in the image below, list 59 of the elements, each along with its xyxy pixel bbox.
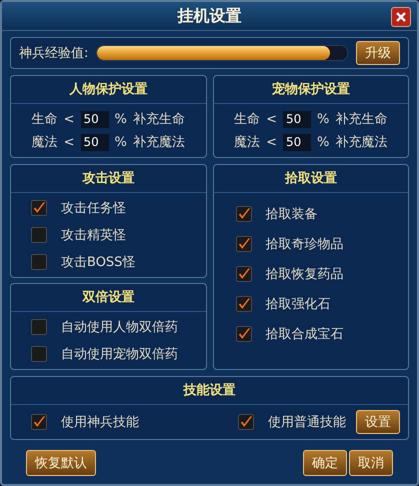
option-label: 拾取装备 [266, 206, 318, 223]
checkbox[interactable] [31, 319, 47, 335]
percent-sign: % [114, 134, 127, 150]
checkbox[interactable] [31, 254, 47, 270]
less-than-sign: < [266, 112, 278, 126]
checkbox[interactable] [31, 227, 47, 243]
action-label: 补充魔法 [132, 134, 185, 151]
field-label: 魔法 [32, 134, 58, 151]
option-label: 拾取合成宝石 [266, 326, 344, 343]
less-than-sign: < [266, 134, 278, 150]
action-label: 补充生命 [335, 111, 388, 128]
number-field[interactable]: 50 [80, 110, 109, 128]
close-button[interactable] [391, 7, 411, 27]
action-label: 补充魔法 [335, 134, 388, 151]
settings-button[interactable]: 设置 [356, 410, 400, 434]
percent-sign: % [317, 134, 330, 150]
checkbox[interactable] [236, 266, 252, 282]
action-label: 补充生命 [132, 111, 185, 128]
close-icon [395, 11, 407, 23]
checkbox[interactable] [236, 296, 252, 312]
checkbox[interactable] [31, 346, 47, 362]
panel-title: 双倍设置 [11, 284, 206, 312]
checkbox[interactable] [238, 414, 254, 430]
checkbox[interactable] [236, 236, 252, 252]
field-label: 魔法 [234, 134, 260, 151]
less-than-sign: < [64, 112, 75, 126]
reset-button[interactable]: 恢复默认 [26, 450, 96, 476]
panel-title: 拾取设置 [214, 165, 408, 193]
checkbox[interactable] [31, 200, 47, 216]
less-than-sign: < [64, 134, 75, 150]
number-field[interactable]: 50 [80, 134, 109, 150]
percent-sign: % [114, 112, 127, 126]
option-label: 自动使用人物双倍药 [61, 319, 178, 336]
option-label: 攻击精英怪 [61, 227, 126, 244]
option-label: 攻击任务怪 [61, 200, 126, 217]
panel-title: 攻击设置 [11, 165, 206, 193]
option-label: 自动使用宠物双倍药 [61, 346, 178, 363]
percent-sign: % [317, 112, 330, 126]
panel-title: 技能设置 [11, 377, 408, 405]
option-label: 拾取强化石 [266, 296, 330, 313]
field-label: 神兵经验值: [19, 45, 88, 62]
option-label: 拾取恢复药品 [266, 266, 344, 283]
window-title: 挂机设置 [178, 6, 242, 26]
panel-title: 宠物保护设置 [214, 76, 408, 104]
option-label: 使用神兵技能 [61, 414, 139, 431]
dialog-button[interactable]: 确定 [303, 450, 347, 476]
option-label: 攻击BOSS怪 [61, 254, 136, 271]
checkbox[interactable] [236, 326, 252, 342]
option-label: 使用普通技能 [268, 414, 346, 431]
field-label: 生命 [32, 111, 58, 128]
dialog-button[interactable]: 取消 [349, 450, 393, 476]
checkbox[interactable] [236, 206, 252, 222]
upgrade-button[interactable]: 升级 [356, 41, 400, 65]
field-label: 生命 [234, 111, 260, 128]
checkbox[interactable] [31, 414, 47, 430]
option-label: 拾取奇珍物品 [266, 236, 344, 253]
number-field[interactable]: 50 [283, 134, 312, 150]
panel-title: 人物保护设置 [11, 76, 206, 104]
number-field[interactable]: 50 [283, 110, 312, 128]
